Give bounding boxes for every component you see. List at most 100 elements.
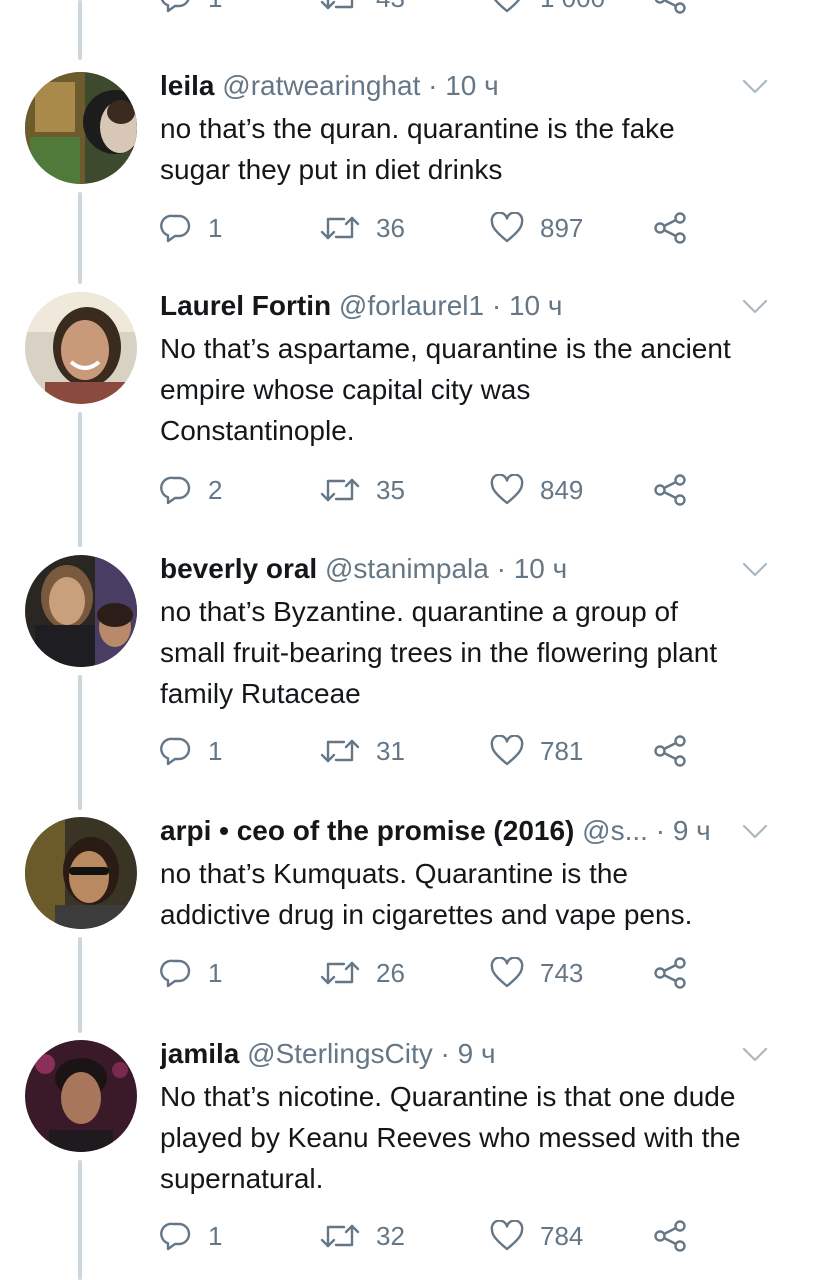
tweet-header: arpi • ceo of the promise (2016) @s... ·… <box>160 815 736 847</box>
heart-icon <box>490 474 524 506</box>
reply-icon <box>160 735 192 767</box>
share-icon <box>653 212 689 244</box>
share-icon <box>653 735 689 767</box>
retweet-count: 31 <box>376 735 405 766</box>
tweet-header: beverly oral @stanimpala · 10 ч <box>160 553 796 585</box>
reply-icon <box>160 474 192 506</box>
chevron-down-icon[interactable] <box>742 298 768 316</box>
thread-line <box>78 412 82 547</box>
tweet-actions-previous: 1 43 1 000 <box>160 0 700 18</box>
reply-button[interactable]: 1 <box>160 731 222 771</box>
chevron-down-icon[interactable] <box>742 78 768 96</box>
timestamp[interactable]: 10 ч <box>509 290 563 321</box>
timestamp[interactable]: 9 ч <box>673 815 711 846</box>
display-name[interactable]: arpi • ceo of the promise (2016) <box>160 815 574 846</box>
user-handle[interactable]: @s... <box>582 815 648 846</box>
retweet-count: 32 <box>376 1220 405 1251</box>
separator: · <box>428 70 438 101</box>
tweet-actions: 1 31 781 <box>160 731 700 771</box>
share-button[interactable] <box>653 208 689 248</box>
tweet-text: no that’s Byzantine. quarantine a group … <box>160 596 718 709</box>
user-handle[interactable]: @stanimpala <box>325 553 489 584</box>
tweet-header: leila @ratwearinghat · 10 ч <box>160 70 796 102</box>
display-name[interactable]: Laurel Fortin <box>160 290 331 321</box>
like-button[interactable]: 1 000 <box>490 0 605 18</box>
reply-button[interactable]: 1 <box>160 0 222 18</box>
timestamp[interactable]: 10 ч <box>514 553 568 584</box>
tweet-actions: 1 26 743 <box>160 953 700 993</box>
thread-line <box>78 675 82 810</box>
reply-button[interactable]: 1 <box>160 208 222 248</box>
display-name[interactable]: jamila <box>160 1038 239 1069</box>
retweet-button[interactable]: 35 <box>320 470 405 510</box>
like-count: 1 000 <box>540 0 605 14</box>
display-name[interactable]: leila <box>160 70 214 101</box>
like-button[interactable]: 784 <box>490 1216 583 1256</box>
chevron-down-icon[interactable] <box>742 823 768 841</box>
separator: · <box>491 290 502 321</box>
share-icon <box>653 1220 689 1252</box>
retweet-icon <box>320 212 360 244</box>
share-icon <box>653 0 689 14</box>
display-name[interactable]: beverly oral <box>160 553 317 584</box>
timestamp[interactable]: 10 ч <box>445 70 499 101</box>
avatar[interactable] <box>25 72 137 184</box>
like-button[interactable]: 849 <box>490 470 583 510</box>
retweet-button[interactable]: 32 <box>320 1216 405 1256</box>
heart-icon <box>490 0 524 14</box>
like-count: 849 <box>540 474 584 505</box>
share-button[interactable] <box>653 470 689 510</box>
reply-count: 1 <box>208 212 223 243</box>
avatar[interactable] <box>25 817 137 929</box>
thread-line <box>78 0 82 60</box>
reply-count: 1 <box>208 0 222 14</box>
chevron-down-icon[interactable] <box>742 1046 768 1064</box>
user-handle[interactable]: @SterlingsCity <box>247 1038 433 1069</box>
retweet-icon <box>320 957 360 989</box>
thread-line <box>78 937 82 1033</box>
heart-icon <box>490 212 524 244</box>
retweet-count: 35 <box>376 474 405 505</box>
retweet-count: 43 <box>376 0 405 14</box>
tweet-actions: 2 35 849 <box>160 470 700 510</box>
retweet-icon <box>320 735 360 767</box>
tweet-actions: 1 32 784 <box>160 1216 700 1256</box>
share-icon <box>653 957 689 989</box>
retweet-button[interactable]: 31 <box>320 731 405 771</box>
share-button[interactable] <box>653 1216 689 1256</box>
share-button[interactable] <box>653 0 689 18</box>
retweet-button[interactable]: 26 <box>320 953 405 993</box>
like-button[interactable]: 743 <box>490 953 583 993</box>
reply-button[interactable]: 1 <box>160 1216 222 1256</box>
chevron-down-icon[interactable] <box>742 561 768 579</box>
tweet-actions: 1 36 897 <box>160 208 700 248</box>
retweet-icon <box>320 474 360 506</box>
reply-button[interactable]: 1 <box>160 953 222 993</box>
like-button[interactable]: 781 <box>490 731 583 771</box>
reply-count: 1 <box>208 1220 223 1251</box>
avatar[interactable] <box>25 1040 137 1152</box>
share-button[interactable] <box>653 953 689 993</box>
separator: · <box>496 553 506 584</box>
retweet-button[interactable]: 36 <box>320 208 405 248</box>
tweet-header: jamila @SterlingsCity · 9 ч <box>160 1038 796 1070</box>
retweet-count: 36 <box>376 212 405 243</box>
user-handle[interactable]: @ratwearinghat <box>222 70 420 101</box>
avatar[interactable] <box>25 555 137 667</box>
retweet-count: 26 <box>376 957 405 988</box>
heart-icon <box>490 1220 524 1252</box>
retweet-icon <box>320 0 360 14</box>
user-handle[interactable]: @forlaurel1 <box>339 290 484 321</box>
like-count: 784 <box>540 1220 584 1251</box>
reply-button[interactable]: 2 <box>160 470 222 510</box>
like-button[interactable]: 897 <box>490 208 583 248</box>
reply-icon <box>160 212 192 244</box>
avatar[interactable] <box>25 292 137 404</box>
reply-count: 1 <box>208 957 223 988</box>
retweet-button[interactable]: 43 <box>320 0 405 18</box>
reply-icon <box>160 1220 192 1252</box>
separator: · <box>440 1038 450 1069</box>
reply-count: 1 <box>208 735 223 766</box>
share-button[interactable] <box>653 731 689 771</box>
timestamp[interactable]: 9 ч <box>458 1038 496 1069</box>
